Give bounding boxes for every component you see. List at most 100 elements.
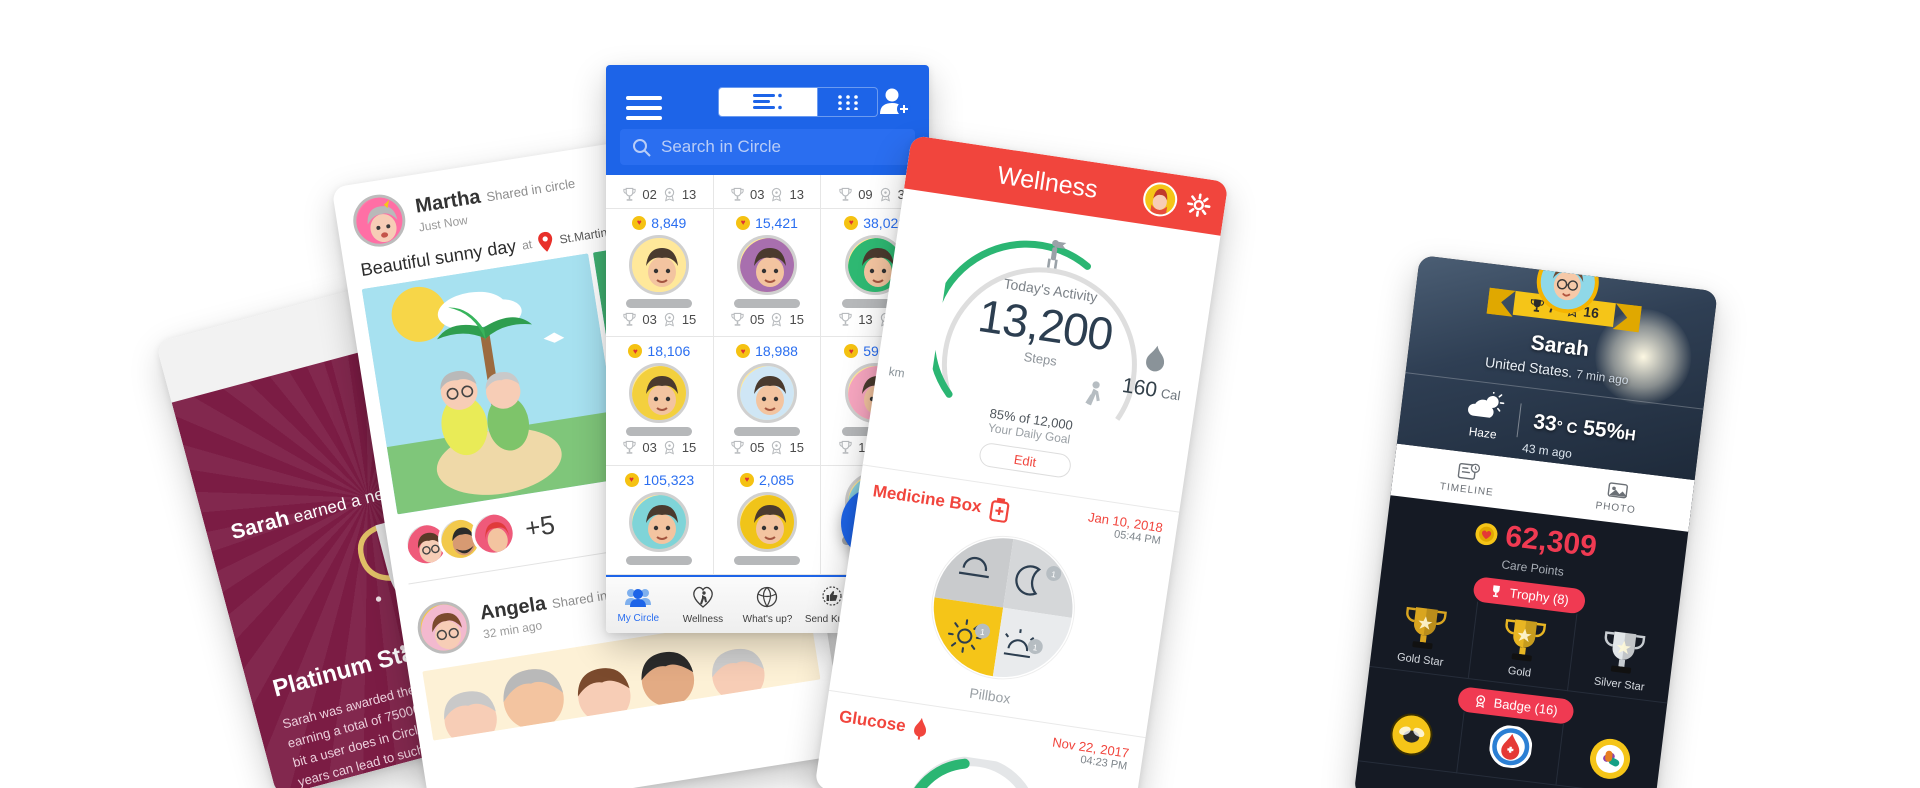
- avatar[interactable]: [1140, 180, 1180, 219]
- weather-divider: [1516, 402, 1522, 437]
- medicine-timestamp: Jan 10, 2018 05:44 PM: [1085, 509, 1164, 547]
- trophy-graphic: [1604, 631, 1646, 674]
- glucose-timestamp: Nov 22, 2017 04:23 PM: [1050, 735, 1130, 773]
- member-cell-partial[interactable]: 02 13: [606, 175, 714, 209]
- badge-icon: [1475, 695, 1485, 709]
- trophy-icon: [623, 312, 636, 326]
- grid-view-toggle[interactable]: [818, 87, 878, 117]
- pill-badge: [1586, 736, 1633, 788]
- trophy-label: Silver Star: [1593, 675, 1646, 694]
- tab-timeline-label: TIMELINE: [1439, 480, 1495, 499]
- blood-drop-icon: [914, 717, 927, 740]
- angela-avatar-icon: [421, 604, 474, 657]
- badge-icon: [664, 440, 675, 455]
- avatar: [736, 234, 797, 295]
- member-points: ♥ 38,028: [844, 215, 906, 231]
- member-points: ♥ 15,421: [736, 215, 798, 231]
- member-avatar-icon: [739, 366, 794, 420]
- avatar: [736, 491, 797, 552]
- trophy-count: 03: [642, 440, 657, 455]
- trophy-item[interactable]: Gold: [1468, 601, 1578, 692]
- points-value: 18,988: [755, 343, 798, 359]
- member-avatar-icon: [632, 494, 687, 549]
- member-stats: 03 15: [622, 312, 696, 327]
- sarah-avatar-icon: [1540, 255, 1595, 310]
- trophy-row: Gold Star Gold Silver Star: [1369, 589, 1677, 704]
- weather-readings: 33° C 55%H: [1532, 410, 1637, 446]
- badge-icon: [772, 187, 782, 201]
- photo-icon: [1607, 481, 1629, 498]
- member-cell[interactable]: ♥ 15,421 05 15: [713, 208, 822, 337]
- edit-goal-button[interactable]: Edit: [977, 441, 1073, 479]
- trophy-count: 03: [750, 186, 765, 202]
- pillbox-quadrant-chart: 1 1 1: [931, 535, 1075, 680]
- trophy-count: 03: [642, 311, 657, 327]
- member-cell-partial[interactable]: 03 13: [713, 175, 822, 209]
- trophy-icon: [731, 312, 744, 326]
- humidity-unit: H: [1623, 425, 1637, 445]
- coin-icon: ♥: [736, 344, 751, 358]
- points-value: 8,849: [651, 214, 687, 231]
- nav-item-wellness[interactable]: Wellness: [671, 577, 736, 633]
- member-points: ♥ 18,988: [736, 343, 798, 359]
- person-add-icon[interactable]: [877, 85, 911, 124]
- badge-icon: [772, 440, 782, 455]
- medicine-title: Medicine Box: [871, 480, 983, 516]
- trophy-item[interactable]: Gold Star: [1369, 589, 1479, 680]
- member-cell[interactable]: ♥ 8,849 03 15: [606, 208, 714, 337]
- coin-icon: ♥: [736, 215, 751, 230]
- trophy-icon: [1493, 585, 1501, 598]
- person-add-glyph: [880, 88, 911, 116]
- badge-item[interactable]: [1457, 711, 1564, 786]
- coin-icon: ♥: [632, 215, 647, 230]
- member-cell[interactable]: ♥ 2,085: [713, 465, 822, 575]
- nav-item-label: Wellness: [682, 613, 724, 625]
- beach-illustration: [361, 253, 624, 515]
- member-stats: 03 15: [622, 440, 696, 455]
- badge-icon: [772, 312, 782, 326]
- name-placeholder-bar: [733, 427, 800, 436]
- badge-item[interactable]: [1357, 699, 1465, 774]
- trophy-count: 09: [858, 186, 873, 202]
- badge-icon: [664, 187, 675, 201]
- badge-count: 13: [789, 186, 804, 202]
- member-stats: 03 13: [730, 187, 804, 202]
- member-points: ♥ 105,323: [624, 472, 694, 488]
- badge-count: 15: [681, 440, 697, 455]
- member-stats: 05 15: [730, 312, 804, 327]
- member-cell[interactable]: ♥ 105,323: [606, 465, 714, 575]
- hamburger-icon[interactable]: [626, 90, 662, 126]
- promo-composition: Sarah earned a new trophy Platinum Star …: [0, 0, 1920, 788]
- name-placeholder-bar: [626, 298, 693, 308]
- search-input[interactable]: Search in Circle: [620, 129, 915, 165]
- avatar: [349, 190, 410, 251]
- blood-badge: [1486, 723, 1533, 775]
- trophy-item[interactable]: Silver Star: [1567, 613, 1677, 704]
- nav-item-my-circle[interactable]: My Circle: [606, 577, 671, 633]
- trophy-count: 05: [750, 311, 765, 327]
- list-view-toggle[interactable]: [718, 87, 818, 117]
- trophy-count: 13: [858, 311, 873, 327]
- coin-icon: ♥: [624, 472, 639, 487]
- member-points: ♥ 18,106: [628, 343, 690, 359]
- coin-icon: ♥: [844, 344, 859, 358]
- profile-location-time: 7 min ago: [1575, 366, 1630, 388]
- nav-item-label: What's up?: [742, 613, 793, 625]
- trophy-label: Gold: [1507, 664, 1532, 680]
- medicine-bottle-icon: [988, 497, 1009, 523]
- trophy-chip-label: Trophy (8): [1508, 585, 1570, 608]
- badge-chip-label: Badge (16): [1492, 695, 1559, 719]
- trophy-icon: [731, 440, 744, 454]
- badge-item[interactable]: [1556, 724, 1664, 788]
- post-photo[interactable]: [361, 253, 624, 515]
- member-cell[interactable]: ♥ 18,106 03 15: [606, 337, 714, 466]
- name-placeholder-bar: [733, 555, 800, 565]
- member-stats: 02 13: [622, 187, 696, 202]
- member-avatar-icon: [632, 237, 687, 292]
- activity-section: Today's Activity 13,200 Steps 85% of 12,…: [864, 188, 1220, 501]
- member-cell[interactable]: ♥ 18,988 05 15: [713, 337, 822, 466]
- nav-item-what-s-up[interactable]: What's up?: [735, 577, 800, 633]
- gear-icon[interactable]: [1185, 192, 1212, 219]
- member-avatar-icon: [632, 366, 687, 420]
- points-value: 2,085: [758, 471, 795, 488]
